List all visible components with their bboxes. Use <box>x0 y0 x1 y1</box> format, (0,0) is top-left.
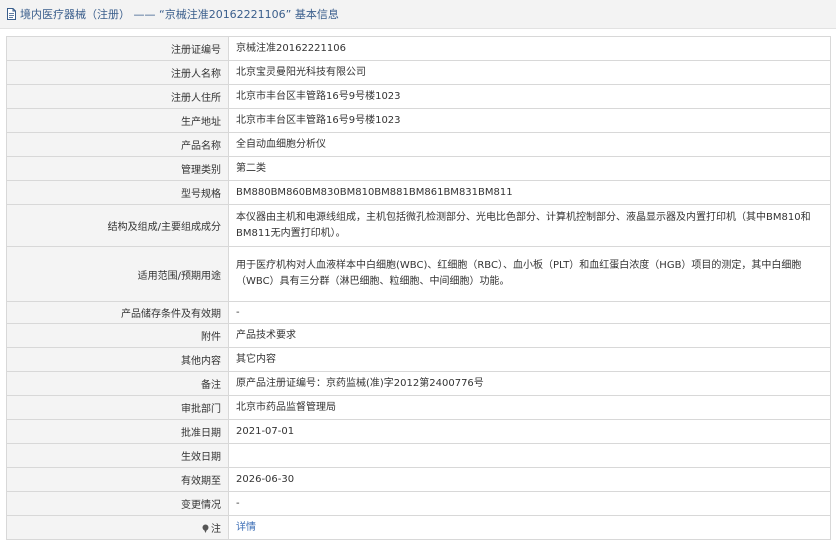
field-value: 北京市丰台区丰管路16号9号楼1023 <box>228 108 831 133</box>
table-row: 产品储存条件及有效期 - <box>6 301 831 324</box>
table-row: 变更情况 - <box>6 491 831 516</box>
field-value: - <box>228 301 831 324</box>
field-value: 本仪器由主机和电源线组成，主机包括微孔检测部分、光电比色部分、计算机控制部分、液… <box>228 204 831 247</box>
page-title: 境内医疗器械（注册） —— “京械注准20162221106” 基本信息 <box>20 8 339 21</box>
table-row: 生产地址 北京市丰台区丰管路16号9号楼1023 <box>6 108 831 133</box>
field-label: 型号规格 <box>6 180 229 205</box>
table-row: 生效日期 <box>6 443 831 468</box>
field-value: 京械注准20162221106 <box>228 36 831 61</box>
field-value: 其它内容 <box>228 347 831 372</box>
details-link[interactable]: 详情 <box>236 522 256 533</box>
field-value: BM880BM860BM830BM810BM881BM861BM831BM811 <box>228 180 831 205</box>
table-row: 型号规格 BM880BM860BM830BM810BM881BM861BM831B… <box>6 180 831 205</box>
detail-table-container: 注册证编号 京械注准20162221106 注册人名称 北京宝灵曼阳光科技有限公司 注册… <box>6 36 831 540</box>
table-row: 注册证编号 京械注准20162221106 <box>6 36 831 61</box>
field-label: 有效期至 <box>6 467 229 492</box>
table-row: 管理类别 第二类 <box>6 156 831 181</box>
table-row: 适用范围/预期用途 用于医疗机构对人血液样本中白细胞(WBC)、红细胞（RBC）、… <box>6 246 831 302</box>
field-value: 产品技术要求 <box>228 323 831 348</box>
field-label: 审批部门 <box>6 395 229 420</box>
field-value: 2026-06-30 <box>228 467 831 492</box>
detail-table: 注册证编号 京械注准20162221106 注册人名称 北京宝灵曼阳光科技有限公司 注册… <box>6 36 831 540</box>
field-value: 第二类 <box>228 156 831 181</box>
pin-icon <box>201 524 210 533</box>
field-value: 原产品注册证编号：京药监械(准)字2012第2400776号 <box>228 371 831 396</box>
field-label: 备注 <box>6 371 229 396</box>
table-row: 注册人名称 北京宝灵曼阳光科技有限公司 <box>6 60 831 85</box>
table-row: 其他内容 其它内容 <box>6 347 831 372</box>
field-value: 北京市丰台区丰管路16号9号楼1023 <box>228 84 831 109</box>
field-value: - <box>228 491 831 516</box>
table-row: 审批部门 北京市药品监督管理局 <box>6 395 831 420</box>
field-label: 注册人名称 <box>6 60 229 85</box>
field-label: 适用范围/预期用途 <box>6 246 229 302</box>
document-icon <box>6 8 17 20</box>
field-label: 注册人住所 <box>6 84 229 109</box>
field-label: 批准日期 <box>6 419 229 444</box>
field-label: 变更情况 <box>6 491 229 516</box>
table-row: 批准日期 2021-07-01 <box>6 419 831 444</box>
field-value: 用于医疗机构对人血液样本中白细胞(WBC)、红细胞（RBC）、血小板（PLT）和… <box>228 246 831 302</box>
field-value: 北京市药品监督管理局 <box>228 395 831 420</box>
field-value <box>228 443 831 468</box>
field-label: 产品储存条件及有效期 <box>6 301 229 324</box>
field-label: 附件 <box>6 323 229 348</box>
field-label: 产品名称 <box>6 132 229 157</box>
table-row: 有效期至 2026-06-30 <box>6 467 831 492</box>
table-row-note: 注 详情 <box>6 515 831 540</box>
note-label-cell: 注 <box>6 515 229 540</box>
table-row: 备注 原产品注册证编号：京药监械(准)字2012第2400776号 <box>6 371 831 396</box>
table-row: 结构及组成/主要组成成分 本仪器由主机和电源线组成，主机包括微孔检测部分、光电比色… <box>6 204 831 247</box>
field-label: 注册证编号 <box>6 36 229 61</box>
field-label: 生效日期 <box>6 443 229 468</box>
field-label: 管理类别 <box>6 156 229 181</box>
field-label: 结构及组成/主要组成成分 <box>6 204 229 247</box>
page-header: 境内医疗器械（注册） —— “京械注准20162221106” 基本信息 <box>0 0 836 29</box>
field-value: 2021-07-01 <box>228 419 831 444</box>
field-label: 生产地址 <box>6 108 229 133</box>
note-label: 注 <box>211 524 221 535</box>
table-row: 注册人住所 北京市丰台区丰管路16号9号楼1023 <box>6 84 831 109</box>
field-value: 北京宝灵曼阳光科技有限公司 <box>228 60 831 85</box>
field-label: 其他内容 <box>6 347 229 372</box>
note-value-cell: 详情 <box>228 515 831 540</box>
table-row: 附件 产品技术要求 <box>6 323 831 348</box>
table-row: 产品名称 全自动血细胞分析仪 <box>6 132 831 157</box>
field-value: 全自动血细胞分析仪 <box>228 132 831 157</box>
